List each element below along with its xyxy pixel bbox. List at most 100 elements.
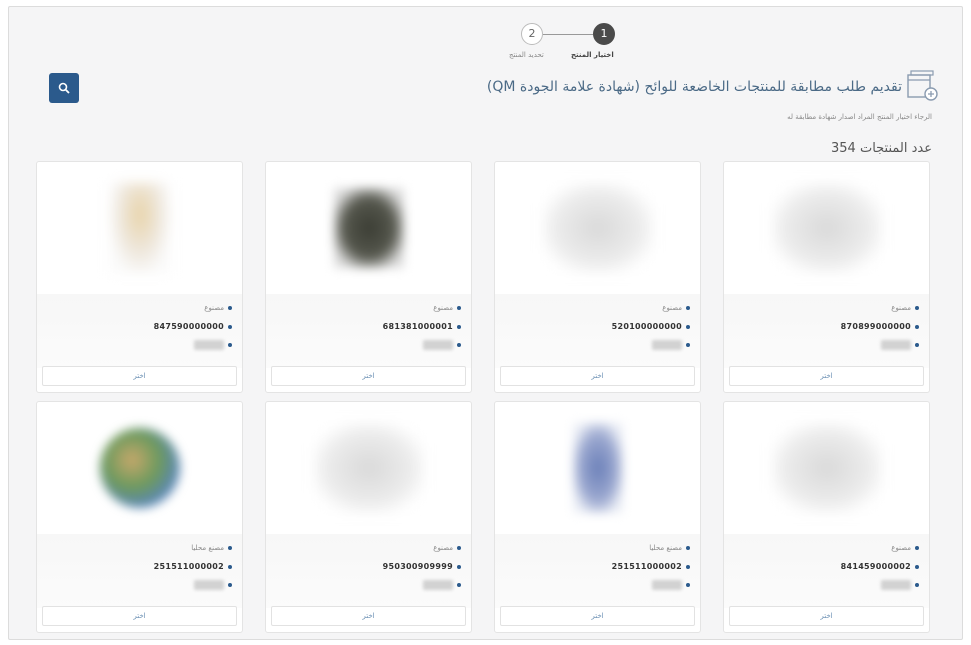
step-2-label: تحديد المنتج [509,51,544,59]
page-subtitle: الرجاء اختيار المنتج المراد اصدار شهادة … [787,113,932,121]
select-product-button[interactable]: اختر [271,606,466,626]
product-type-text: مصنوع [433,544,453,552]
select-product-button[interactable]: اختر [500,366,695,386]
step-1-label: اختيار المنتج [571,51,614,59]
product-extra [652,580,690,590]
product-code-text: 950300909999 [382,562,453,571]
product-type-text: مصنع محليا [191,544,224,552]
product-code: 950300909999 [383,562,461,571]
product-type: مصنع محليا [191,544,232,552]
product-type: مصنوع [662,304,690,312]
product-image [38,163,241,293]
page-frame: 2 1 تحديد المنتج اختيار المنتج تقديم طلب… [8,6,963,640]
product-type: مصنوع [433,304,461,312]
bullet-icon [228,324,232,329]
redacted-value [423,340,453,350]
product-type: مصنوع [433,544,461,552]
bullet-icon [457,583,461,587]
bullet-icon [915,583,919,587]
product-image [725,403,928,533]
product-code: 841459000002 [841,562,919,571]
product-info: مصنع محليا 251511000002 [37,534,242,608]
product-type-text: مصنوع [433,304,453,312]
select-product-button[interactable]: اختر [500,606,695,626]
product-extra [881,340,919,350]
product-info: مصنوع 520100000000 [495,294,700,368]
product-type-text: مصنع محليا [649,544,682,552]
product-type-text: مصنوع [662,304,682,312]
bullet-icon [457,306,461,310]
select-product-button[interactable]: اختر [729,366,924,386]
stepper: 2 1 تحديد المنتج اختيار المنتج [507,21,627,69]
product-info: مصنوع 847590000000 [37,294,242,368]
bullet-icon [686,564,690,569]
bullet-icon [915,546,919,550]
product-code-text: 870899000000 [840,322,911,331]
search-icon [58,82,70,94]
product-extra [881,580,919,590]
product-image [496,403,699,533]
select-product-button[interactable]: اختر [42,366,237,386]
product-info: مصنوع 870899000000 [724,294,929,368]
product-card[interactable]: مصنوع 841459000002 اختر [723,401,930,633]
product-code-text: 251511000002 [153,562,224,571]
product-card[interactable]: مصنوع 870899000000 اختر [723,161,930,393]
product-code-text: 847590000000 [153,322,224,331]
product-type: مصنوع [891,304,919,312]
bullet-icon [686,324,690,329]
product-extra [423,580,461,590]
step-connector [543,34,593,35]
select-product-button[interactable]: اختر [42,606,237,626]
product-extra [423,340,461,350]
product-code: 251511000002 [154,562,232,571]
bullet-icon [686,546,690,550]
product-card[interactable]: مصنوع 681381000001 اختر [265,161,472,393]
product-code-text: 520100000000 [611,322,682,331]
bullet-icon [228,546,232,550]
bullet-icon [457,343,461,347]
product-card[interactable]: مصنع محليا 251511000002 اختر [36,401,243,633]
product-code: 681381000001 [383,322,461,331]
product-image [267,403,470,533]
select-product-button[interactable]: اختر [729,606,924,626]
product-extra [652,340,690,350]
redacted-value [423,580,453,590]
redacted-value [194,340,224,350]
product-grid: مصنوع 870899000000 اختر مصنوع 5201000000… [36,161,930,637]
bullet-icon [915,306,919,310]
page-title: تقديم طلب مطابقة للمنتجات الخاضعة للوائح… [486,79,902,95]
bullet-icon [686,583,690,587]
product-card[interactable]: مصنوع 950300909999 اختر [265,401,472,633]
add-document-icon [907,70,938,101]
product-code: 870899000000 [841,322,919,331]
bullet-icon [686,306,690,310]
step-2-indicator[interactable]: 2 [521,23,543,45]
step-1-indicator[interactable]: 1 [593,23,615,45]
product-card[interactable]: مصنوع 847590000000 اختر [36,161,243,393]
product-type-text: مصنوع [891,304,911,312]
bullet-icon [457,546,461,550]
bullet-icon [228,306,232,310]
product-card[interactable]: مصنوع 520100000000 اختر [494,161,701,393]
redacted-value [881,580,911,590]
product-image [496,163,699,293]
bullet-icon [228,343,232,347]
product-image [267,163,470,293]
bullet-icon [915,324,919,329]
product-extra [194,340,232,350]
bullet-icon [915,343,919,347]
select-product-button[interactable]: اختر [271,366,466,386]
bullet-icon [457,564,461,569]
product-info: مصنع محليا 251511000002 [495,534,700,608]
bullet-icon [457,324,461,329]
product-code: 251511000002 [612,562,690,571]
bullet-icon [915,564,919,569]
redacted-value [652,580,682,590]
product-card[interactable]: مصنع محليا 251511000002 اختر [494,401,701,633]
product-code-text: 681381000001 [382,322,453,331]
product-info: مصنوع 950300909999 [266,534,471,608]
product-type-text: مصنوع [204,304,224,312]
search-button[interactable] [49,73,79,103]
product-type: مصنوع [204,304,232,312]
product-info: مصنوع 841459000002 [724,534,929,608]
